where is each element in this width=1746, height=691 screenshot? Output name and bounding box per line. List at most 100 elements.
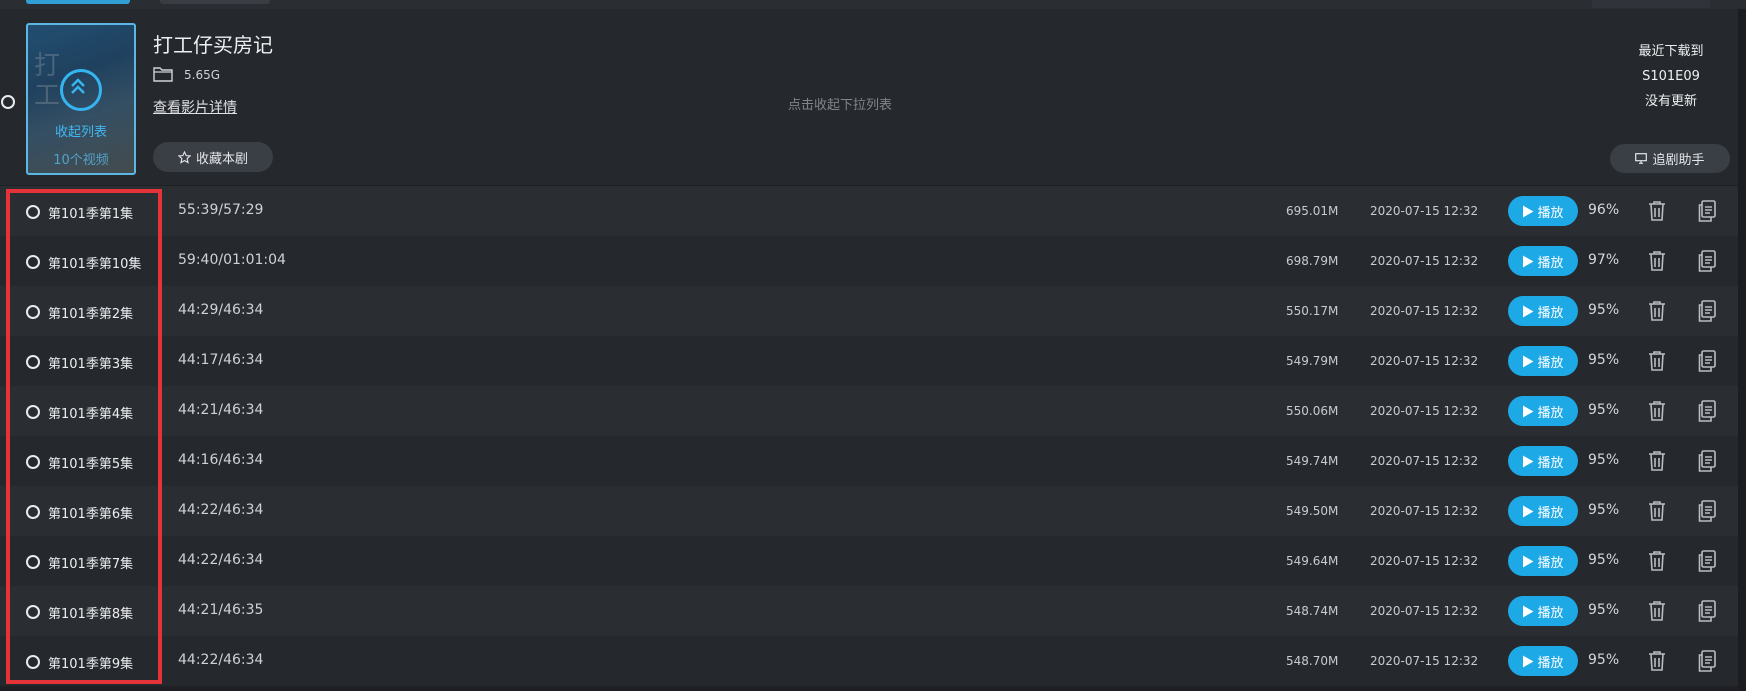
episode-select-radio[interactable] xyxy=(26,605,40,619)
download-date: 2020-07-15 12:32 xyxy=(1370,454,1479,468)
download-date: 2020-07-15 12:32 xyxy=(1370,254,1479,268)
trash-icon[interactable] xyxy=(1647,450,1667,472)
copy-icon[interactable] xyxy=(1698,600,1716,622)
latest-label: 最近下载到 xyxy=(1638,44,1704,59)
play-icon xyxy=(1523,355,1534,367)
download-date: 2020-07-15 12:32 xyxy=(1370,604,1479,618)
trash-icon[interactable] xyxy=(1647,600,1667,622)
table-row: 第101季第1集 55:39/57:29 695.01M 2020-07-15 … xyxy=(0,186,1738,236)
play-icon xyxy=(1523,205,1534,217)
episode-select-radio[interactable] xyxy=(26,355,40,369)
table-row: 第101季第3集 44:17/46:34 549.79M 2020-07-15 … xyxy=(0,336,1738,386)
copy-icon[interactable] xyxy=(1698,350,1716,372)
copy-icon[interactable] xyxy=(1698,500,1716,522)
collapse-list-label[interactable]: 收起列表 xyxy=(28,121,134,140)
folder-icon xyxy=(153,67,173,82)
watch-progress: 44:29/46:34 xyxy=(178,302,264,318)
watch-progress: 44:22/46:34 xyxy=(178,502,264,518)
trash-icon[interactable] xyxy=(1647,550,1667,572)
play-button[interactable]: 播放 xyxy=(1508,446,1578,476)
watch-progress: 44:16/46:34 xyxy=(178,452,264,468)
download-date: 2020-07-15 12:32 xyxy=(1370,354,1479,368)
copy-icon[interactable] xyxy=(1698,650,1716,672)
episode-select-radio[interactable] xyxy=(26,305,40,319)
file-size: 550.06M xyxy=(1286,404,1339,418)
trash-icon[interactable] xyxy=(1647,250,1667,272)
watch-progress: 59:40/01:01:04 xyxy=(178,252,286,268)
download-percent: 96% xyxy=(1588,202,1620,218)
episode-name: 第101季第5集 xyxy=(48,457,134,472)
copy-icon[interactable] xyxy=(1698,250,1716,272)
episode-select-radio[interactable] xyxy=(26,655,40,669)
file-size: 698.79M xyxy=(1286,254,1339,268)
monitor-icon xyxy=(1635,153,1648,164)
download-percent: 95% xyxy=(1588,502,1620,518)
play-icon xyxy=(1523,405,1534,417)
play-button[interactable]: 播放 xyxy=(1508,596,1578,626)
download-date: 2020-07-15 12:32 xyxy=(1370,504,1479,518)
copy-icon[interactable] xyxy=(1698,200,1716,222)
play-button[interactable]: 播放 xyxy=(1508,396,1578,426)
watch-progress: 55:39/57:29 xyxy=(178,202,264,218)
episode-name: 第101季第4集 xyxy=(48,407,134,422)
trash-icon[interactable] xyxy=(1647,650,1667,672)
trash-icon[interactable] xyxy=(1647,200,1667,222)
trash-icon[interactable] xyxy=(1647,400,1667,422)
play-button[interactable]: 播放 xyxy=(1508,546,1578,576)
play-label: 播放 xyxy=(1537,205,1564,221)
update-status: 没有更新 xyxy=(1644,94,1697,109)
tab-indicator-active[interactable] xyxy=(26,0,130,4)
episode-select-radio[interactable] xyxy=(26,505,40,519)
top-tab-bar xyxy=(0,0,1746,9)
play-button[interactable]: 播放 xyxy=(1508,196,1578,226)
collapse-hint[interactable]: 点击收起下拉列表 xyxy=(700,94,980,113)
trash-icon[interactable] xyxy=(1647,300,1667,322)
helper-label: 追剧助手 xyxy=(1652,153,1705,168)
download-percent: 95% xyxy=(1588,602,1620,618)
download-date: 2020-07-15 12:32 xyxy=(1370,554,1479,568)
play-button[interactable]: 播放 xyxy=(1508,496,1578,526)
view-details-link[interactable]: 查看影片详情 xyxy=(153,97,237,117)
download-date: 2020-07-15 12:32 xyxy=(1370,304,1479,318)
play-label: 播放 xyxy=(1537,305,1564,321)
episode-name: 第101季第6集 xyxy=(48,507,134,522)
table-row: 第101季第10集 59:40/01:01:04 698.79M 2020-07… xyxy=(0,236,1738,286)
copy-icon[interactable] xyxy=(1698,400,1716,422)
table-row: 第101季第4集 44:21/46:34 550.06M 2020-07-15 … xyxy=(0,386,1738,436)
top-right-tab[interactable] xyxy=(1592,0,1710,8)
episode-select-radio[interactable] xyxy=(26,255,40,269)
trash-icon[interactable] xyxy=(1647,350,1667,372)
table-row: 第101季第9集 44:22/46:34 548.70M 2020-07-15 … xyxy=(0,636,1738,686)
trash-icon[interactable] xyxy=(1647,500,1667,522)
select-all-radio[interactable] xyxy=(1,95,15,109)
episode-name: 第101季第8集 xyxy=(48,607,134,622)
play-button[interactable]: 播放 xyxy=(1508,646,1578,676)
watch-progress: 44:21/46:35 xyxy=(178,602,264,618)
double-chevron-up-icon[interactable] xyxy=(60,69,102,111)
play-button[interactable]: 播放 xyxy=(1508,246,1578,276)
tracking-helper-button[interactable]: 追剧助手 xyxy=(1610,144,1730,173)
copy-icon[interactable] xyxy=(1698,300,1716,322)
episode-select-radio[interactable] xyxy=(26,455,40,469)
play-label: 播放 xyxy=(1537,355,1564,371)
episode-name: 第101季第3集 xyxy=(48,357,134,372)
play-button[interactable]: 播放 xyxy=(1508,296,1578,326)
watch-progress: 44:17/46:34 xyxy=(178,352,264,368)
download-percent: 97% xyxy=(1588,252,1620,268)
copy-icon[interactable] xyxy=(1698,450,1716,472)
file-size: 695.01M xyxy=(1286,204,1339,218)
copy-icon[interactable] xyxy=(1698,550,1716,572)
play-label: 播放 xyxy=(1537,455,1564,471)
file-size: 549.50M xyxy=(1286,504,1339,518)
episode-select-radio[interactable] xyxy=(26,405,40,419)
scrollbar-track[interactable] xyxy=(1738,9,1746,691)
play-button[interactable]: 播放 xyxy=(1508,346,1578,376)
file-size: 549.74M xyxy=(1286,454,1339,468)
episode-select-radio[interactable] xyxy=(26,555,40,569)
favorite-show-button[interactable]: 收藏本剧 xyxy=(153,142,273,172)
show-poster[interactable]: 打工 收起列表 10个视频 xyxy=(26,23,136,175)
episode-select-radio[interactable] xyxy=(26,205,40,219)
episode-name: 第101季第7集 xyxy=(48,557,134,572)
tab-indicator[interactable] xyxy=(160,0,270,4)
show-header: 打工 收起列表 10个视频 打工仔买房记 5.65G 查看影片详情 收藏本剧 点… xyxy=(0,9,1746,185)
